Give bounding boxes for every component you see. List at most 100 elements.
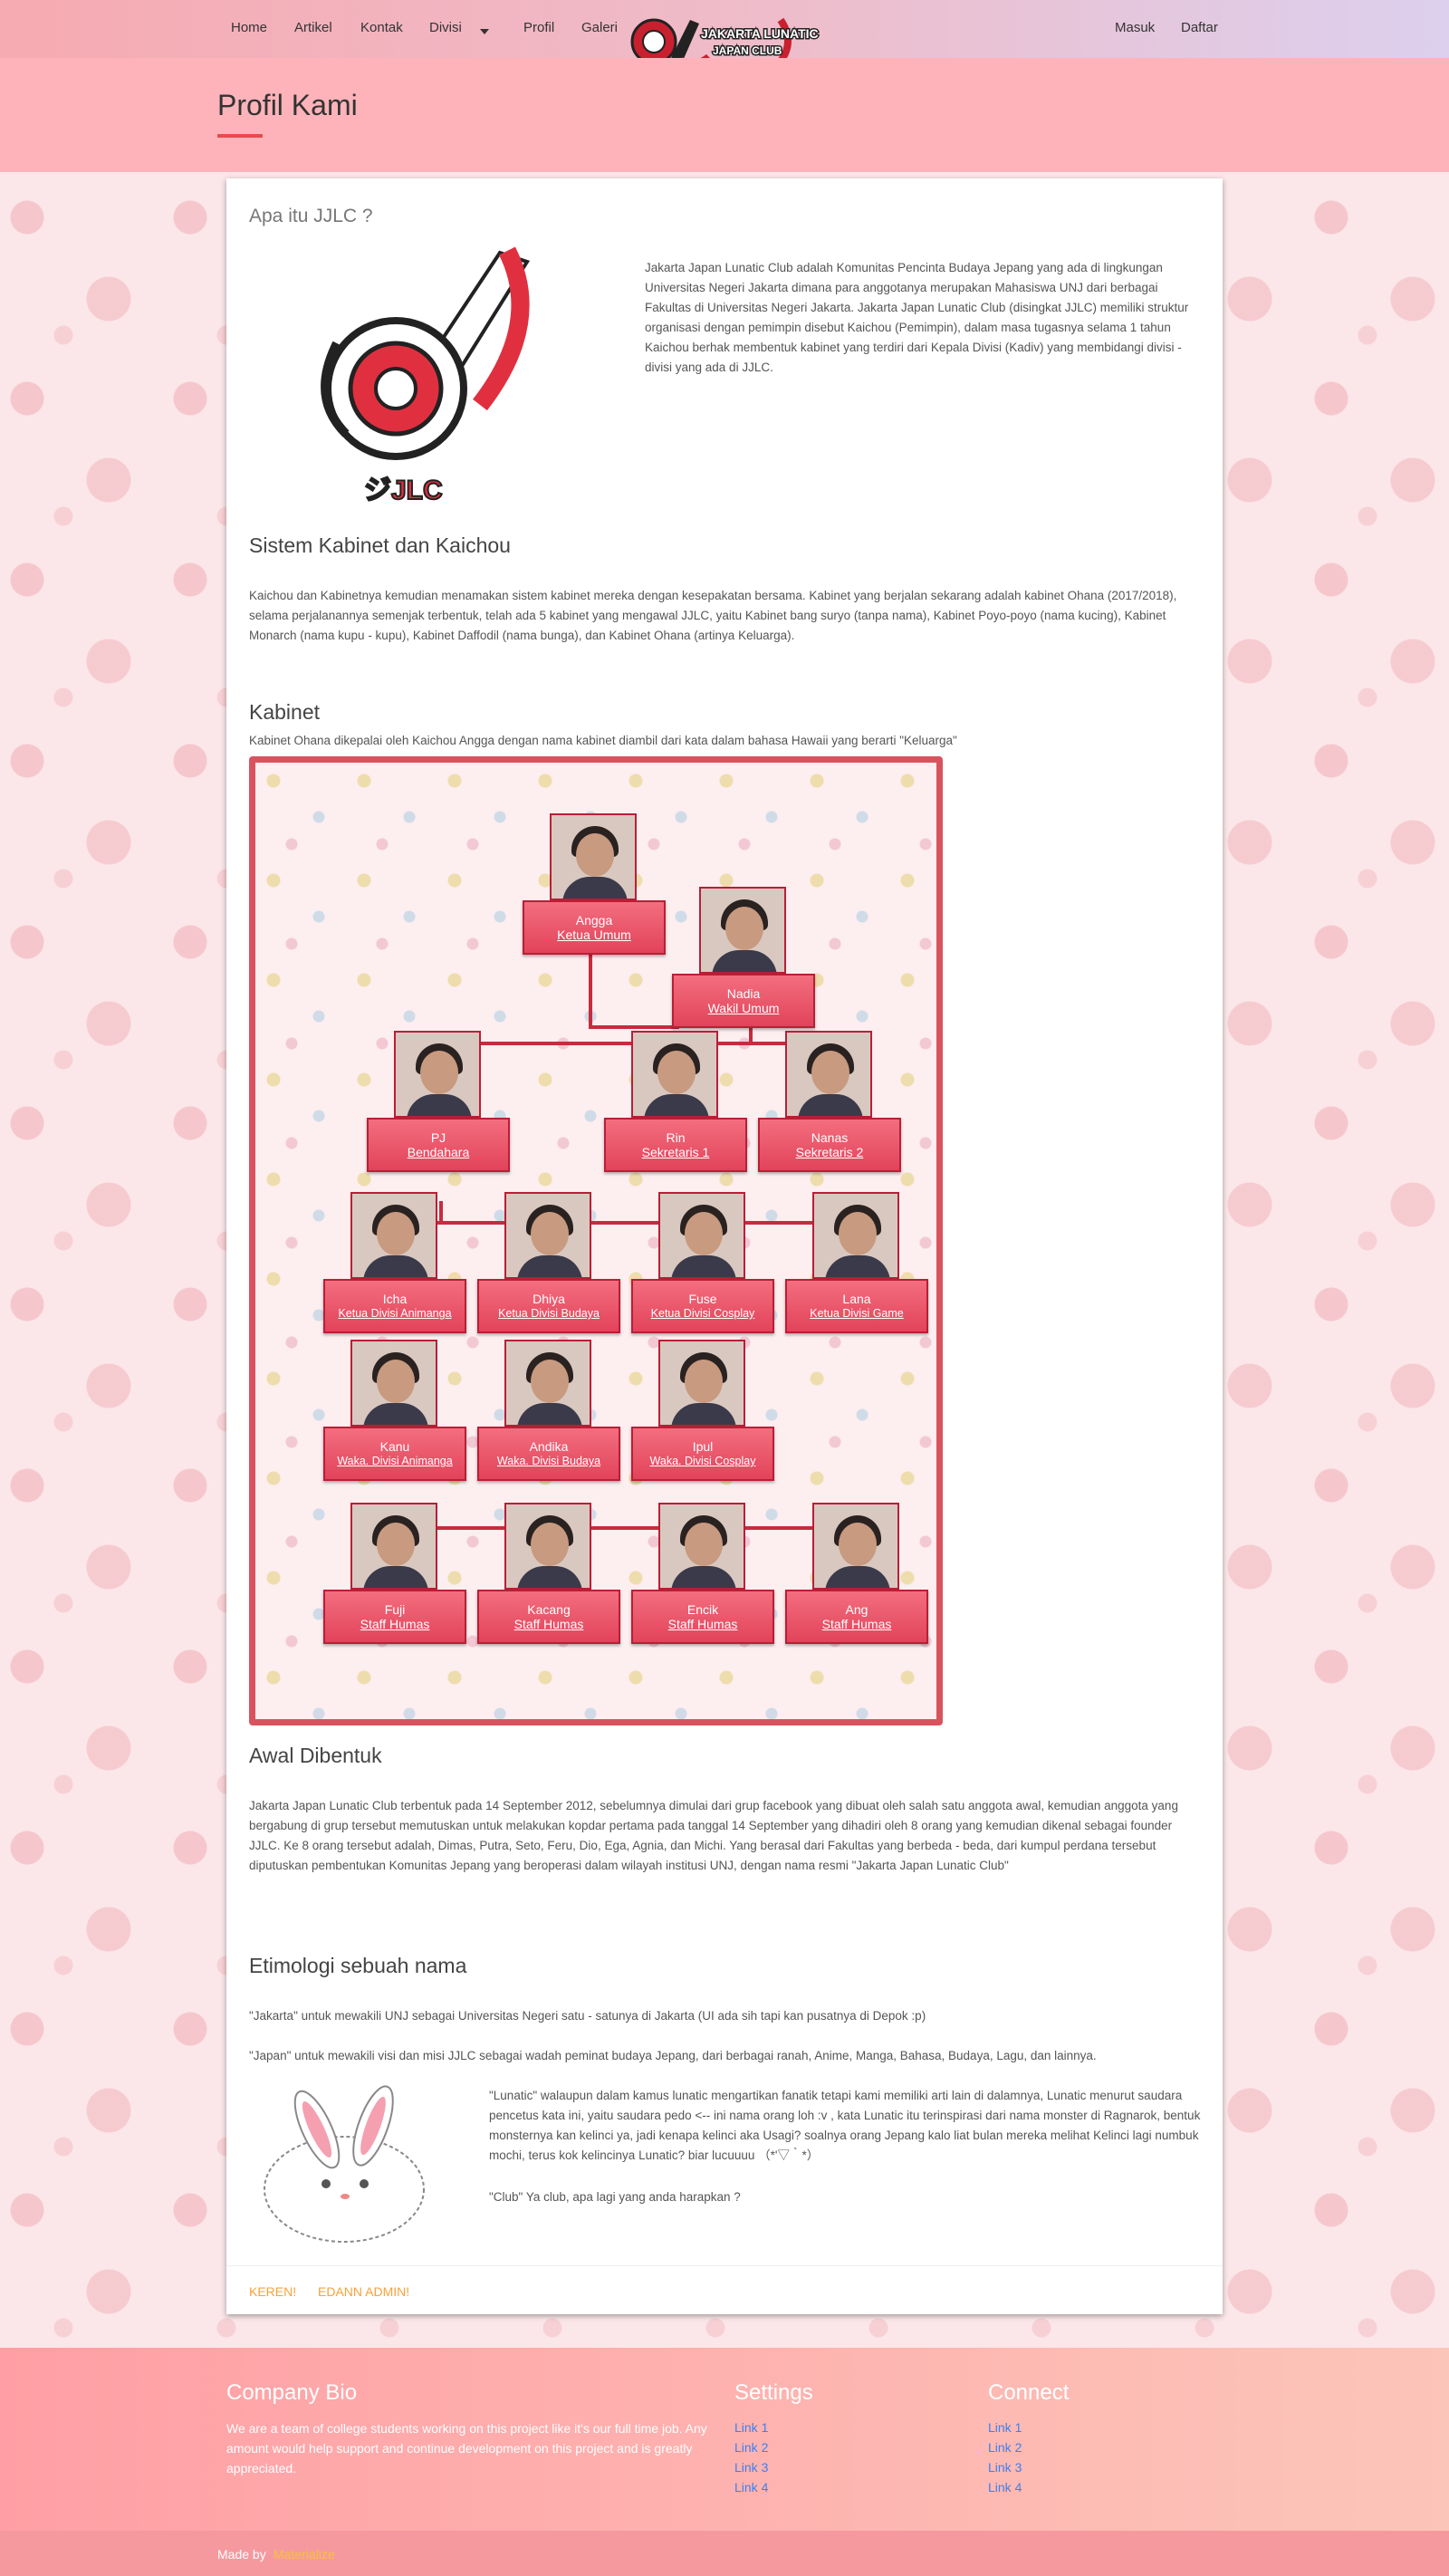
materialize-link[interactable]: Materialize (273, 2547, 335, 2562)
profile-card: Apa itu JJLC ? ジJLC Jakarta Japan Lunati… (226, 178, 1223, 2314)
nav-masuk[interactable]: Masuk (1115, 20, 1155, 35)
nav-kontak[interactable]: Kontak (360, 20, 403, 35)
etimologi-club: "Club" Ya club, apa lagi yang anda harap… (489, 2190, 741, 2204)
member-photo (504, 1340, 591, 1427)
member-photo (699, 887, 786, 974)
org-node[interactable]: Icha Ketua Divisi Animanga (323, 1279, 466, 1333)
awal-text: Jakarta Japan Lunatic Club terbentuk pad… (249, 1799, 1178, 1872)
member-photo (812, 1503, 899, 1590)
member-role: Ketua Divisi Game (810, 1307, 904, 1320)
member-name: Ang (845, 1602, 868, 1617)
member-role: Sekretaris 1 (641, 1145, 710, 1159)
member-photo (350, 1340, 437, 1427)
member-role: Ketua Divisi Cosplay (650, 1307, 755, 1320)
nav-artikel[interactable]: Artikel (294, 20, 332, 35)
member-photo (785, 1031, 872, 1118)
bunny-image (264, 2085, 425, 2243)
member-name: PJ (430, 1130, 446, 1145)
etimologi-jakarta: "Jakarta" untuk mewakili UNJ sebagai Uni… (249, 2009, 926, 2023)
org-node[interactable]: Kacang Staff Humas (477, 1590, 620, 1644)
page-header: Profil Kami (0, 58, 1449, 172)
member-name: Angga (575, 913, 613, 928)
member-name: Fuji (384, 1602, 406, 1617)
member-name: Andika (529, 1439, 569, 1454)
org-node[interactable]: Ang Staff Humas (785, 1590, 928, 1644)
member-photo (504, 1192, 591, 1279)
org-node[interactable]: Encik Staff Humas (631, 1590, 774, 1644)
settings-link-2[interactable]: Link 2 (734, 2440, 768, 2455)
jjlc-big-logo: ジJLC (321, 246, 531, 506)
settings-link-1[interactable]: Link 1 (734, 2420, 768, 2435)
connect-link-2[interactable]: Link 2 (988, 2440, 1022, 2455)
org-connector (439, 1201, 443, 1221)
card-actions: KEREN! EDANN ADMIN! (226, 2265, 1223, 2314)
footer-settings-title: Settings (734, 2380, 813, 2405)
etimologi-title: Etimologi sebuah nama (249, 1954, 467, 1977)
footer: Company Bio We are a team of college stu… (0, 2348, 1449, 2531)
nav-daftar[interactable]: Daftar (1181, 20, 1218, 35)
page-title: Profil Kami (217, 89, 358, 121)
org-node[interactable]: Lana Ketua Divisi Game (785, 1279, 928, 1333)
org-connector (589, 955, 592, 1027)
settings-link-4[interactable]: Link 4 (734, 2480, 768, 2494)
member-role: Staff Humas (667, 1617, 738, 1631)
member-name: Ipul (692, 1439, 714, 1454)
member-photo (658, 1503, 745, 1590)
member-photo (658, 1340, 745, 1427)
chevron-down-icon[interactable] (480, 24, 489, 39)
connect-link-1[interactable]: Link 1 (988, 2420, 1022, 2435)
member-photo (812, 1192, 899, 1279)
member-role: Bendahara (407, 1145, 470, 1159)
org-node[interactable]: Nanas Sekretaris 2 (758, 1118, 901, 1172)
etimologi-lunatic: "Lunatic" walaupun dalam kamus lunatic m… (489, 2089, 1201, 2162)
kabinet-title: Kabinet (249, 700, 321, 724)
member-name: Lana (842, 1292, 871, 1306)
member-role: Ketua Divisi Budaya (498, 1307, 600, 1320)
svg-text:JAPAN CLUB: JAPAN CLUB (713, 44, 782, 57)
member-role: Waka. Divisi Animanga (337, 1455, 453, 1467)
footer-bio-text: We are a team of college students workin… (226, 2421, 707, 2475)
org-node[interactable]: Angga Ketua Umum (523, 900, 666, 955)
org-node[interactable]: Dhiya Ketua Divisi Budaya (477, 1279, 620, 1333)
member-name: Rin (666, 1130, 686, 1145)
nav-profil[interactable]: Profil (523, 20, 554, 35)
nav-divisi[interactable]: Divisi (429, 20, 462, 35)
logo-jjlc-mark: ジJLC (364, 476, 443, 505)
org-node[interactable]: Rin Sekretaris 1 (604, 1118, 747, 1172)
awal-title: Awal Dibentuk (249, 1744, 382, 1767)
connect-link-4[interactable]: Link 4 (988, 2480, 1022, 2494)
kabinet-system-text: Kaichou dan Kabinetnya kemudian menamaka… (249, 589, 1177, 642)
member-name: Kanu (379, 1439, 410, 1454)
member-name: Dhiya (533, 1292, 565, 1306)
org-node[interactable]: Andika Waka. Divisi Budaya (477, 1427, 620, 1481)
org-node[interactable]: Kanu Waka. Divisi Animanga (323, 1427, 466, 1481)
member-role: Sekretaris 2 (795, 1145, 864, 1159)
nav-galeri[interactable]: Galeri (581, 20, 618, 35)
connect-link-3[interactable]: Link 3 (988, 2460, 1022, 2475)
member-role: Ketua Umum (557, 928, 631, 942)
org-node[interactable]: Ipul Waka. Divisi Cosplay (631, 1427, 774, 1481)
member-role: Staff Humas (821, 1617, 892, 1631)
member-photo (631, 1031, 718, 1118)
member-role: Waka. Divisi Cosplay (649, 1455, 756, 1467)
member-photo (394, 1031, 481, 1118)
member-name: Icha (382, 1292, 408, 1306)
org-node[interactable]: Fuse Ketua Divisi Cosplay (631, 1279, 774, 1333)
member-role: Wakil Umum (707, 1001, 780, 1015)
member-photo (504, 1503, 591, 1590)
about-title: Apa itu JJLC ? (249, 206, 373, 226)
settings-link-3[interactable]: Link 3 (734, 2460, 768, 2475)
nav-home[interactable]: Home (231, 20, 267, 35)
member-role: Staff Humas (360, 1617, 430, 1631)
org-node[interactable]: Fuji Staff Humas (323, 1590, 466, 1644)
footer-connect-title: Connect (988, 2380, 1070, 2405)
org-chart: Angga Ketua Umum Nadia Wakil Umum PJ Bendahar… (249, 756, 943, 1725)
keren-link[interactable]: KEREN! (249, 2284, 296, 2299)
org-node[interactable]: Nadia Wakil Umum (672, 974, 815, 1028)
footer-bio-title: Company Bio (226, 2380, 358, 2405)
edann-admin-link[interactable]: EDANN ADMIN! (318, 2284, 409, 2299)
member-photo (350, 1503, 437, 1590)
member-name: Kacang (527, 1602, 571, 1617)
org-node[interactable]: PJ Bendahara (367, 1118, 510, 1172)
footer-copyright: Made by Materialize (0, 2531, 1449, 2576)
